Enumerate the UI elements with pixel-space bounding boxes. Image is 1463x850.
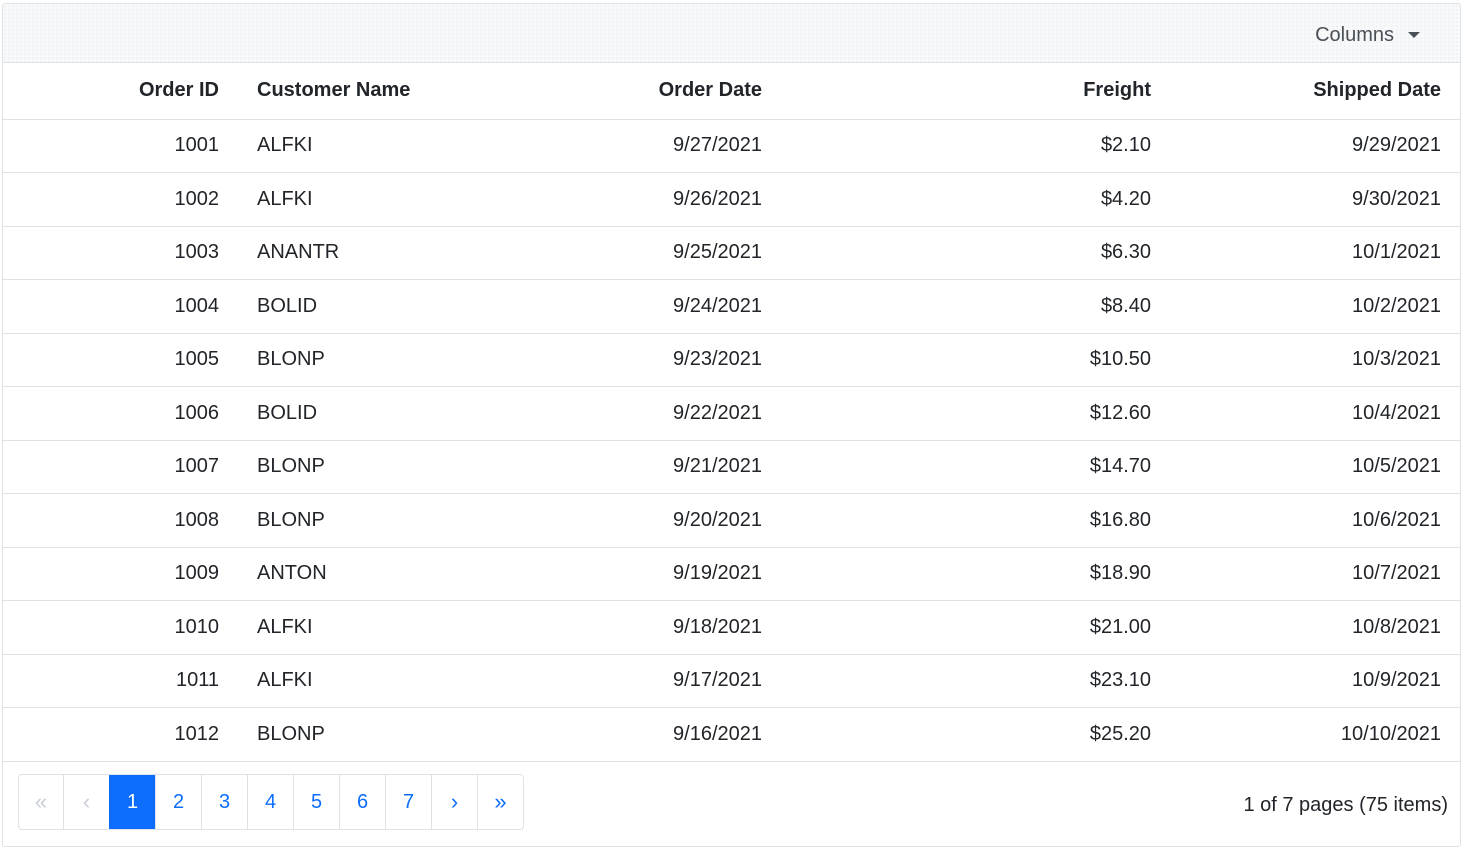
table-row[interactable]: 1006 BOLID 9/22/2021 $12.60 10/4/2021	[3, 386, 1460, 441]
cell-shipped-date: 10/7/2021	[1170, 547, 1460, 601]
cell-customer-name: BLONP	[238, 707, 528, 762]
last-page-button[interactable]: »	[477, 775, 523, 829]
cell-order-date: 9/20/2021	[528, 493, 781, 548]
cell-shipped-date: 9/30/2021	[1170, 172, 1460, 227]
table-row[interactable]: 1011 ALFKI 9/17/2021 $23.10 10/9/2021	[3, 654, 1460, 708]
cell-order-id: 1008	[3, 493, 238, 548]
page-button-7[interactable]: 7	[385, 775, 431, 829]
columns-label: Columns	[1315, 23, 1394, 46]
cell-shipped-date: 9/29/2021	[1170, 119, 1460, 173]
cell-shipped-date: 10/5/2021	[1170, 440, 1460, 494]
cell-order-id: 1006	[3, 386, 238, 441]
page-button-1[interactable]: 1	[109, 775, 155, 829]
next-page-button[interactable]: ›	[431, 775, 477, 829]
table-row[interactable]: 1005 BLONP 9/23/2021 $10.50 10/3/2021	[3, 333, 1460, 387]
cell-customer-name: ALFKI	[238, 654, 528, 708]
cell-order-id: 1001	[3, 119, 238, 173]
cell-customer-name: ALFKI	[238, 172, 528, 227]
cell-order-date: 9/22/2021	[528, 386, 781, 441]
cell-shipped-date: 10/9/2021	[1170, 654, 1460, 708]
cell-customer-name: ANTON	[238, 547, 528, 601]
cell-freight: $14.70	[781, 440, 1170, 494]
cell-order-id: 1011	[3, 654, 238, 708]
page-button-4[interactable]: 4	[247, 775, 293, 829]
cell-order-date: 9/25/2021	[528, 226, 781, 280]
cell-customer-name: BLONP	[238, 440, 528, 494]
header-customer-name[interactable]: Customer Name	[238, 63, 528, 120]
cell-customer-name: BOLID	[238, 386, 528, 441]
cell-shipped-date: 10/8/2021	[1170, 600, 1460, 655]
cell-customer-name: ANANTR	[238, 226, 528, 280]
cell-order-id: 1003	[3, 226, 238, 280]
table-row[interactable]: 1007 BLONP 9/21/2021 $14.70 10/5/2021	[3, 440, 1460, 494]
cell-freight: $6.30	[781, 226, 1170, 280]
page-info: 1 of 7 pages (75 items)	[1243, 794, 1448, 816]
cell-order-date: 9/18/2021	[528, 600, 781, 655]
cell-order-id: 1005	[3, 333, 238, 387]
cell-customer-name: ALFKI	[238, 600, 528, 655]
cell-shipped-date: 10/6/2021	[1170, 493, 1460, 548]
cell-freight: $10.50	[781, 333, 1170, 387]
table-row[interactable]: 1009 ANTON 9/19/2021 $18.90 10/7/2021	[3, 547, 1460, 601]
pager-area: « ‹ 1 2 3 4 5 6 7 › » 1 of 7 pages (75 i…	[3, 760, 1460, 846]
pagination: « ‹ 1 2 3 4 5 6 7 › »	[18, 774, 524, 830]
table-row[interactable]: 1003 ANANTR 9/25/2021 $6.30 10/1/2021	[3, 226, 1460, 280]
cell-order-date: 9/27/2021	[528, 119, 781, 173]
cell-shipped-date: 10/1/2021	[1170, 226, 1460, 280]
table-row[interactable]: 1010 ALFKI 9/18/2021 $21.00 10/8/2021	[3, 600, 1460, 655]
cell-freight: $2.10	[781, 119, 1170, 173]
cell-order-id: 1002	[3, 172, 238, 227]
page-button-6[interactable]: 6	[339, 775, 385, 829]
cell-customer-name: BLONP	[238, 493, 528, 548]
cell-shipped-date: 10/10/2021	[1170, 707, 1460, 762]
cell-freight: $4.20	[781, 172, 1170, 227]
cell-order-id: 1010	[3, 600, 238, 655]
cell-order-id: 1012	[3, 707, 238, 762]
cell-freight: $12.60	[781, 386, 1170, 441]
cell-order-id: 1009	[3, 547, 238, 601]
cell-order-date: 9/24/2021	[528, 279, 781, 334]
header-order-id[interactable]: Order ID	[3, 63, 238, 120]
table-row[interactable]: 1012 BLONP 9/16/2021 $25.20 10/10/2021	[3, 707, 1460, 762]
orders-table: Order ID Customer Name Order Date Freigh…	[3, 63, 1460, 762]
first-page-button[interactable]: «	[19, 775, 63, 829]
grid-toolbar: Columns	[3, 4, 1460, 63]
header-row: Order ID Customer Name Order Date Freigh…	[3, 63, 1460, 120]
cell-order-id: 1004	[3, 279, 238, 334]
table-row[interactable]: 1001 ALFKI 9/27/2021 $2.10 9/29/2021	[3, 119, 1460, 173]
cell-shipped-date: 10/4/2021	[1170, 386, 1460, 441]
header-order-date[interactable]: Order Date	[528, 63, 781, 120]
page-button-3[interactable]: 3	[201, 775, 247, 829]
table-row[interactable]: 1002 ALFKI 9/26/2021 $4.20 9/30/2021	[3, 172, 1460, 227]
cell-order-date: 9/19/2021	[528, 547, 781, 601]
header-freight[interactable]: Freight	[781, 63, 1170, 120]
cell-order-id: 1007	[3, 440, 238, 494]
cell-customer-name: BLONP	[238, 333, 528, 387]
cell-freight: $25.20	[781, 707, 1170, 762]
page-button-5[interactable]: 5	[293, 775, 339, 829]
cell-shipped-date: 10/2/2021	[1170, 279, 1460, 334]
cell-shipped-date: 10/3/2021	[1170, 333, 1460, 387]
table-row[interactable]: 1008 BLONP 9/20/2021 $16.80 10/6/2021	[3, 493, 1460, 548]
previous-page-button[interactable]: ‹	[63, 775, 109, 829]
caret-down-icon	[1408, 32, 1420, 38]
cell-order-date: 9/26/2021	[528, 172, 781, 227]
cell-freight: $18.90	[781, 547, 1170, 601]
columns-chooser-button[interactable]: Columns	[1315, 21, 1420, 49]
cell-customer-name: BOLID	[238, 279, 528, 334]
cell-freight: $16.80	[781, 493, 1170, 548]
cell-freight: $21.00	[781, 600, 1170, 655]
cell-freight: $8.40	[781, 279, 1170, 334]
cell-order-date: 9/23/2021	[528, 333, 781, 387]
cell-freight: $23.10	[781, 654, 1170, 708]
cell-order-date: 9/17/2021	[528, 654, 781, 708]
table-row[interactable]: 1004 BOLID 9/24/2021 $8.40 10/2/2021	[3, 279, 1460, 334]
cell-customer-name: ALFKI	[238, 119, 528, 173]
cell-order-date: 9/16/2021	[528, 707, 781, 762]
page-button-2[interactable]: 2	[155, 775, 201, 829]
data-grid: Columns Order ID Customer Name Order Dat…	[2, 3, 1461, 847]
header-shipped-date[interactable]: Shipped Date	[1170, 63, 1460, 120]
cell-order-date: 9/21/2021	[528, 440, 781, 494]
